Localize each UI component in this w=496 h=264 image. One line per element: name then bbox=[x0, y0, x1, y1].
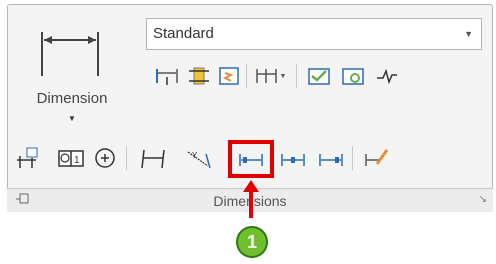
update-dimension-button[interactable] bbox=[338, 62, 368, 90]
text-angle-button[interactable]: Y bbox=[184, 144, 214, 172]
center-mark-button[interactable] bbox=[90, 144, 120, 172]
reassociate-icon bbox=[377, 68, 397, 85]
callout-line bbox=[249, 190, 253, 218]
inspection-icon bbox=[308, 68, 330, 85]
tolerance-button[interactable] bbox=[12, 144, 42, 172]
dimension-break-icon bbox=[189, 67, 209, 85]
tolerance-frame-icon: 1 bbox=[58, 150, 84, 167]
oblique-icon bbox=[141, 149, 165, 169]
dimension-style-select[interactable]: Standard ▼ bbox=[146, 18, 482, 50]
justify-center-button[interactable] bbox=[278, 146, 308, 174]
dimension-break-button[interactable] bbox=[184, 62, 214, 90]
tolerance-frame-button[interactable]: 1 bbox=[56, 144, 86, 172]
jog-line-icon bbox=[219, 67, 239, 85]
inspection-button[interactable] bbox=[304, 62, 334, 90]
dimension-jog-button[interactable] bbox=[214, 62, 244, 90]
chevron-down-icon: ▼ bbox=[68, 114, 76, 123]
callout-badge: 1 bbox=[236, 226, 268, 258]
svg-text:Y: Y bbox=[192, 151, 198, 160]
continue-dropdown-button[interactable]: ▼ bbox=[276, 62, 290, 90]
override-button[interactable] bbox=[362, 144, 392, 172]
highlight-box bbox=[228, 140, 274, 178]
tolerance-icon bbox=[17, 147, 38, 168]
adjust-space-button[interactable] bbox=[152, 62, 182, 90]
justify-right-button[interactable] bbox=[316, 146, 346, 174]
dimension-button[interactable]: Dimension ▼ bbox=[18, 16, 126, 130]
chevron-down-icon: ▼ bbox=[464, 29, 473, 39]
dimension-button-label: Dimension bbox=[36, 90, 108, 107]
dialog-launcher-icon[interactable]: ↘ bbox=[479, 194, 487, 205]
dimension-icon bbox=[41, 32, 99, 76]
oblique-button[interactable] bbox=[138, 144, 168, 172]
svg-text:1: 1 bbox=[74, 155, 80, 166]
adjust-space-icon bbox=[156, 69, 178, 85]
reassociate-button[interactable] bbox=[372, 62, 402, 90]
text-angle-icon: Y bbox=[187, 151, 211, 169]
chevron-down-icon: ▼ bbox=[279, 72, 287, 80]
update-icon bbox=[342, 68, 364, 85]
center-mark-icon bbox=[95, 148, 115, 168]
justify-right-icon bbox=[319, 154, 343, 166]
override-icon bbox=[365, 149, 389, 166]
dimension-style-value: Standard bbox=[153, 25, 214, 42]
justify-center-icon bbox=[281, 154, 305, 166]
